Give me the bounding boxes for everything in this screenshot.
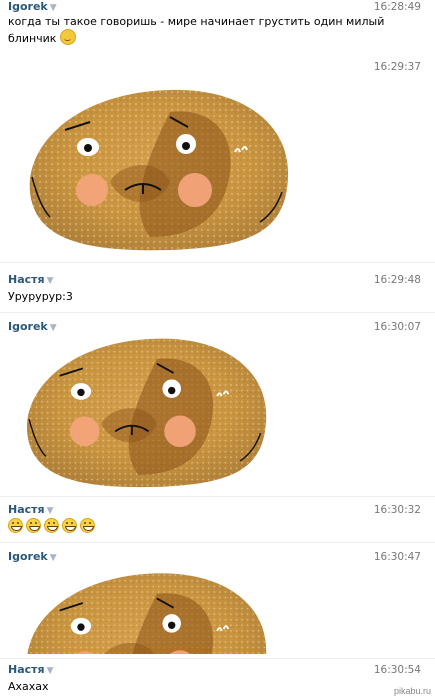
sender-name[interactable]: Настя ▼ [8,663,54,676]
sender-menu-icon[interactable]: ▼ [50,553,57,563]
relieved-face-emoji-icon [59,29,76,45]
message-text: когда ты такое говоришь - мире начинает … [8,15,385,45]
message-time: 16:29:48 [373,274,421,286]
divider [0,496,435,497]
message-text: Ахахах [8,680,49,693]
divider [0,658,435,659]
divider [0,542,435,543]
sad-pancake-image[interactable] [18,330,268,490]
message-time: 16:29:37 [373,61,421,73]
grinning-face-emoji-icon [80,518,95,533]
watermark: pikabu.ru [393,686,431,696]
message-time: 16:30:07 [373,321,421,333]
sender-name[interactable]: Igorek ▼ [8,0,57,13]
sad-pancake-image[interactable] [18,566,268,654]
grinning-face-emoji-icon [8,518,23,533]
message-time: 16:28:49 [373,1,421,13]
divider [0,312,435,313]
grinning-face-emoji-icon [44,518,59,533]
sender-menu-icon[interactable]: ▼ [47,666,54,676]
message-time: 16:30:32 [373,504,421,516]
sender-name[interactable]: Настя ▼ [8,503,54,516]
message-time: 16:30:54 [373,664,421,676]
sender-menu-icon[interactable]: ▼ [47,276,54,286]
sender-menu-icon[interactable]: ▼ [47,506,54,516]
message-time: 16:30:47 [373,551,421,563]
sender-name[interactable]: Igorek ▼ [8,550,57,563]
message-text: Урурурур:3 [8,290,73,303]
divider [0,262,435,263]
sad-pancake-image[interactable] [20,72,290,252]
sender-menu-icon[interactable]: ▼ [50,3,57,13]
sender-name[interactable]: Настя ▼ [8,273,54,286]
grinning-face-emoji-icon [26,518,41,533]
emoji-row [8,518,98,535]
grinning-face-emoji-icon [62,518,77,533]
